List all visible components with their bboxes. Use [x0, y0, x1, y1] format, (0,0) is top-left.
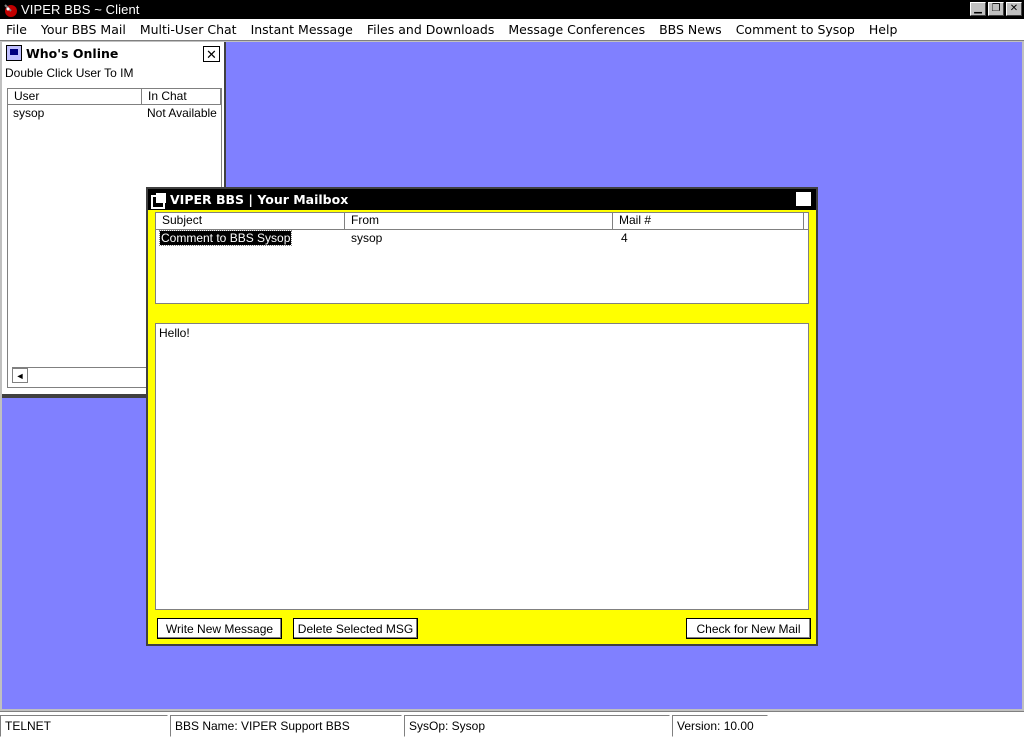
menu-files-and-downloads[interactable]: Files and Downloads	[367, 22, 495, 37]
close-icon: ✕	[206, 46, 217, 62]
status-bbs-name: BBS Name: VIPER Support BBS	[170, 715, 402, 737]
app-title-bar: VIPER BBS ~ Client ▁ ❐ ✕	[0, 0, 1024, 19]
restore-button[interactable]: ❐	[988, 2, 1004, 16]
menu-bbs-news[interactable]: BBS News	[659, 22, 722, 37]
column-header-mail-number[interactable]: Mail #	[613, 213, 804, 229]
status-version: Version: 10.00	[672, 715, 768, 737]
mail-list[interactable]: Subject From Mail # Comment to BBS Sysop…	[155, 212, 809, 304]
arrow-left-icon: ◄	[15, 370, 25, 381]
online-users-header: User In Chat	[8, 89, 221, 105]
user-name: sysop	[13, 106, 45, 120]
mail-list-header: Subject From Mail #	[156, 213, 808, 230]
write-new-message-button[interactable]: Write New Message	[157, 618, 282, 639]
delete-selected-message-button[interactable]: Delete Selected MSG	[293, 618, 418, 639]
column-header-from[interactable]: From	[345, 213, 613, 229]
status-sysop: SysOp: Sysop	[404, 715, 670, 737]
status-bar: TELNET BBS Name: VIPER Support BBS SysOp…	[0, 711, 1024, 740]
minimize-icon: ▁	[974, 3, 982, 14]
menu-help[interactable]: Help	[869, 22, 898, 37]
app-title: VIPER BBS ~ Client	[21, 2, 140, 17]
mail-subject: Comment to BBS Sysop	[158, 230, 293, 246]
menu-message-conferences[interactable]: Message Conferences	[508, 22, 645, 37]
mailbox-title: VIPER BBS | Your Mailbox	[170, 192, 349, 207]
close-icon: ✕	[1009, 3, 1019, 14]
column-header-in-chat[interactable]: In Chat	[142, 89, 221, 104]
menu-instant-message[interactable]: Instant Message	[251, 22, 353, 37]
mailbox-icon	[151, 192, 167, 209]
list-item[interactable]: sysop Not Available	[8, 105, 221, 121]
in-chat-status: Not Available	[147, 106, 217, 120]
viper-app-icon[interactable]	[2, 2, 18, 18]
status-connection: TELNET	[0, 715, 168, 737]
minimize-button[interactable]: ▁	[970, 2, 986, 16]
scroll-left-button[interactable]: ◄	[12, 368, 28, 383]
menu-bar: File Your BBS Mail Multi-User Chat Insta…	[0, 19, 1024, 41]
column-header-subject[interactable]: Subject	[156, 213, 345, 229]
whos-online-header: Who's Online ✕	[2, 42, 224, 64]
restore-icon: ❐	[991, 3, 1001, 14]
whos-online-close-button[interactable]: ✕	[203, 46, 220, 62]
mailbox-title-bar: VIPER BBS | Your Mailbox ✕	[148, 189, 816, 210]
column-header-user[interactable]: User	[8, 89, 142, 104]
menu-comment-to-sysop[interactable]: Comment to Sysop	[736, 22, 855, 37]
mail-subject-cell: Comment to BBS Sysop	[156, 230, 345, 247]
menu-multi-user-chat[interactable]: Multi-User Chat	[140, 22, 237, 37]
check-for-new-mail-button[interactable]: Check for New Mail	[686, 618, 811, 639]
whos-online-title: Who's Online	[26, 45, 119, 61]
window-icon	[6, 45, 22, 61]
mailbox-window: VIPER BBS | Your Mailbox ✕ Subject From …	[146, 187, 818, 646]
mail-number: 4	[621, 231, 628, 245]
table-row[interactable]: Comment to BBS Sysop sysop 4	[156, 230, 808, 247]
whos-online-hint: Double Click User To IM	[5, 66, 134, 80]
menu-file[interactable]: File	[6, 22, 27, 37]
message-body[interactable]: Hello!	[155, 323, 809, 610]
close-icon: ✕	[798, 191, 809, 207]
mailbox-close-button[interactable]: ✕	[795, 191, 812, 207]
menu-your-bbs-mail[interactable]: Your BBS Mail	[41, 22, 126, 37]
mail-from: sysop	[351, 231, 383, 245]
close-button[interactable]: ✕	[1006, 2, 1022, 16]
window-controls: ▁ ❐ ✕	[970, 2, 1022, 16]
